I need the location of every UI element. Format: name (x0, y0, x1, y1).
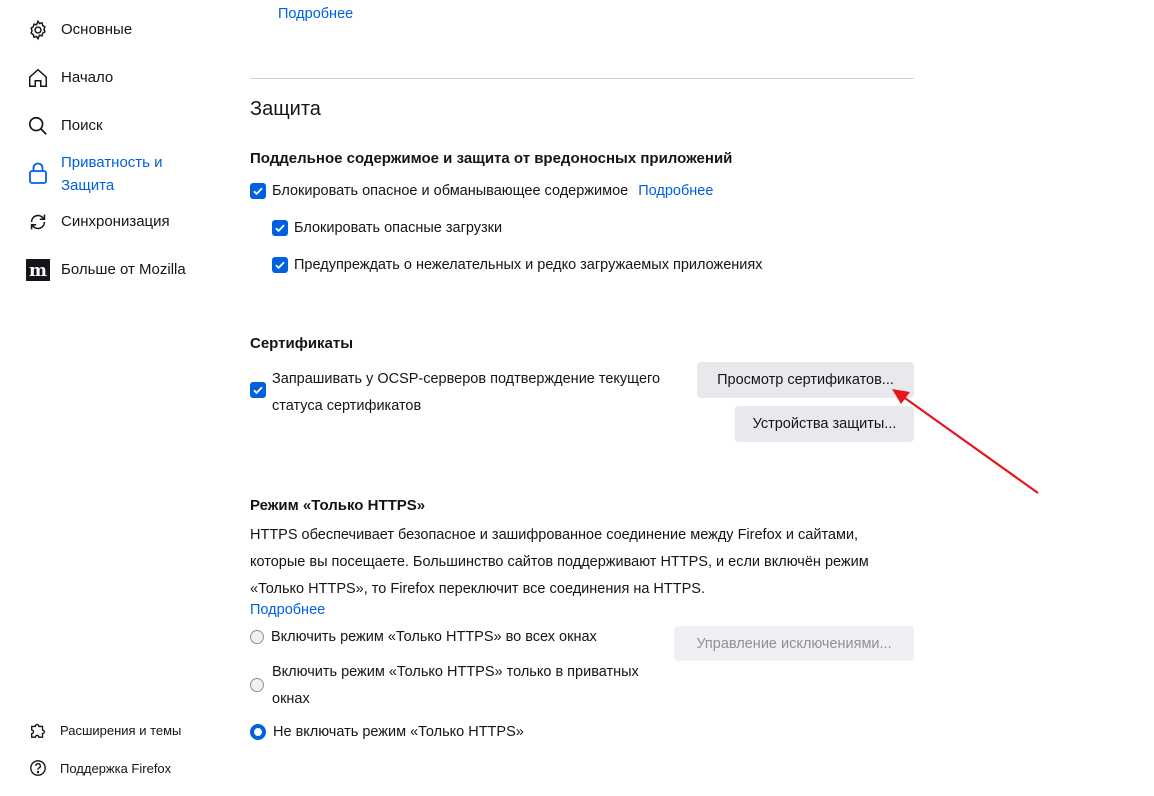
lock-icon (26, 161, 50, 185)
sidebar-item-label: Приватность и Защита (61, 154, 163, 194)
checkmark-icon (275, 224, 285, 233)
checkmark-icon (253, 386, 263, 395)
puzzle-icon (28, 720, 48, 740)
https-desc-line2: которые вы посещаете. Большинство сайтов… (250, 554, 869, 570)
https-option-off-row: Не включать режим «Только HTTPS» (250, 724, 524, 740)
https-desc-line1: HTTPS обеспечивает безопасное и зашифров… (250, 527, 859, 543)
warn-unwanted-row: Предупреждать о нежелательных и редко за… (272, 257, 763, 273)
section-title-security: Защита (250, 98, 321, 120)
home-icon (26, 66, 50, 90)
https-learn-more-link[interactable]: Подробнее (250, 602, 325, 618)
https-only-description: HTTPS обеспечивает безопасное и зашифров… (250, 522, 914, 603)
ocsp-checkbox[interactable] (250, 382, 266, 398)
sidebar-item-home[interactable]: Начало (26, 66, 181, 90)
annotation-arrow (892, 389, 1039, 494)
search-icon (26, 114, 50, 138)
block-dangerous-label[interactable]: Блокировать опасное и обманывающее содер… (272, 183, 628, 199)
block-downloads-label[interactable]: Блокировать опасные загрузки (294, 220, 502, 236)
warn-unwanted-label[interactable]: Предупреждать о нежелательных и редко за… (294, 257, 763, 273)
sidebar-item-search[interactable]: Поиск (26, 114, 181, 138)
sidebar-item-mozilla[interactable]: m Больше от Mozilla (26, 258, 221, 282)
certificates-heading: Сертификаты (250, 335, 354, 352)
warn-unwanted-checkbox[interactable] (272, 257, 288, 273)
gear-icon (26, 18, 50, 42)
sync-icon (26, 210, 50, 234)
sidebar-item-general[interactable]: Основные (26, 18, 181, 42)
https-option-private-line1: Включить режим «Только HTTPS» только в п… (272, 664, 639, 680)
sidebar-item-sync[interactable]: Синхронизация (26, 210, 181, 234)
phishing-heading: Поддельное содержимое и защита от вредон… (250, 150, 733, 167)
https-option-off-radio[interactable] (250, 724, 266, 740)
mozilla-logo-icon: m (26, 258, 50, 282)
block-dangerous-row: Блокировать опасное и обманывающее содер… (250, 183, 713, 199)
block-dangerous-checkbox[interactable] (250, 183, 266, 199)
https-desc-line3: «Только HTTPS», то Firefox переключит вс… (250, 581, 705, 597)
https-option-private-radio-wrap (250, 678, 271, 697)
help-icon (28, 758, 48, 778)
block-downloads-row: Блокировать опасные загрузки (272, 220, 502, 236)
sidebar-item-label: Поиск (61, 117, 103, 134)
ocsp-label[interactable]: Запрашивать у OCSP-серверов подтверждени… (272, 366, 660, 420)
sidebar-item-label: Больше от Mozilla (61, 261, 186, 278)
sidebar-footer-label: Расширения и темы (60, 722, 182, 738)
sidebar-item-label: Синхронизация (61, 213, 170, 230)
ocsp-label-line2: статуса сертификатов (272, 398, 422, 414)
ocsp-checkbox-wrap (250, 382, 272, 401)
https-option-private-radio[interactable] (250, 678, 264, 692)
checkmark-icon (253, 187, 263, 196)
sidebar-footer-extensions[interactable]: Расширения и темы (28, 720, 181, 740)
manage-exceptions-button[interactable]: Управление исключениями... (674, 626, 914, 661)
sidebar-item-label: Начало (61, 69, 114, 86)
ocsp-label-line1: Запрашивать у OCSP-серверов подтверждени… (272, 371, 661, 387)
https-option-all-label[interactable]: Включить режим «Только HTTPS» во всех ок… (271, 629, 597, 645)
https-option-private-label[interactable]: Включить режим «Только HTTPS» только в п… (272, 659, 639, 713)
https-only-heading: Режим «Только HTTPS» (250, 497, 426, 514)
https-option-all-radio[interactable] (250, 630, 264, 644)
https-option-private-line2: окнах (272, 691, 310, 707)
https-option-all-row: Включить режим «Только HTTPS» во всех ок… (250, 629, 597, 645)
section-divider (250, 78, 914, 79)
svg-text:m: m (29, 261, 47, 281)
sidebar-footer-support[interactable]: Поддержка Firefox (28, 758, 171, 778)
checkmark-icon (275, 261, 285, 270)
https-option-off-label[interactable]: Не включать режим «Только HTTPS» (273, 724, 524, 740)
sidebar-item-label: Основные (61, 21, 133, 38)
phishing-learn-more-link[interactable]: Подробнее (638, 183, 713, 199)
block-downloads-checkbox[interactable] (272, 220, 288, 236)
learn-more-link-top[interactable]: Подробнее (278, 6, 353, 22)
sidebar-item-privacy[interactable]: Приватность и Защита (26, 151, 181, 197)
sidebar-footer-label: Поддержка Firefox (60, 760, 172, 776)
sidebar: Основные Начало Поиск Приватность и Защи… (0, 0, 230, 796)
